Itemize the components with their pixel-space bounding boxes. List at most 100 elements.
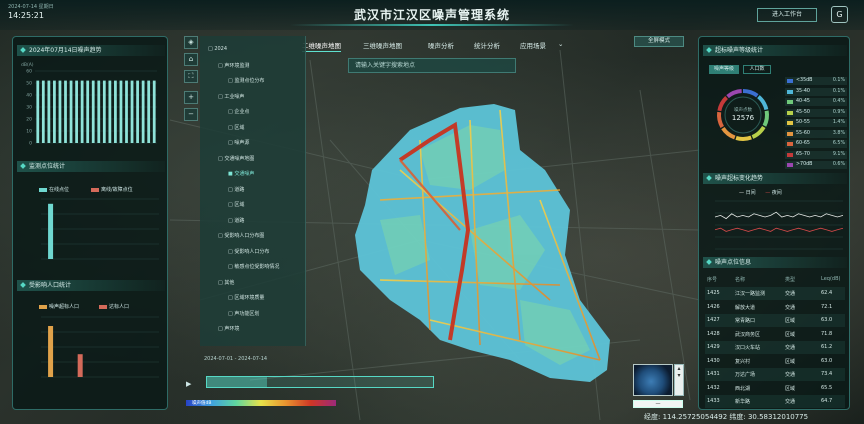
tree-item[interactable]: □ 监测点位分布 — [228, 77, 264, 84]
noise-bar — [91, 80, 95, 143]
timeline-panel: 2024-07-01 - 2024-07-14 ▶ 噪声值dB — [182, 352, 440, 410]
left-panel: 2024年07月14日噪声趋势 dB(A) 60 50 40 30 20 10 0 监测点位… — [12, 36, 168, 410]
cell-name: 江汉一路监测 — [735, 291, 766, 297]
table-row[interactable]: 1428 武汉商务区 区域 71.8 — [705, 328, 845, 341]
timeline-progress — [207, 377, 267, 387]
level-value: 6.5% — [832, 141, 845, 146]
tab-statistics[interactable]: 统计分析 — [474, 40, 500, 50]
fullscreen-icon[interactable]: ⛶ — [184, 70, 198, 83]
g-logo-button[interactable]: G — [831, 6, 848, 23]
night-series-line — [714, 227, 844, 232]
level-swatch — [787, 142, 793, 146]
tree-item[interactable]: □ 声功能区划 — [228, 310, 259, 317]
globe-control[interactable]: ▴ ▾ — [674, 364, 684, 396]
cell-leq: 61.2 — [821, 344, 833, 350]
noise-bar — [147, 80, 151, 143]
cell-id: 1428 — [707, 330, 720, 337]
tree-item[interactable]: □ 工业噪声 — [218, 93, 244, 100]
scale-bar: — — [633, 400, 683, 408]
tab-2d-noise-map[interactable]: 二维噪声地图 — [302, 40, 341, 52]
noise-level-item: 35-40 0.1% — [785, 87, 847, 96]
table-row[interactable]: 1433 新华路 交通 64.7 — [705, 395, 845, 408]
tab-scenarios[interactable]: 应用场景 — [520, 40, 546, 50]
y-tick-label: 50 — [26, 81, 32, 87]
level-swatch — [787, 121, 793, 125]
cell-leq: 72.1 — [821, 303, 833, 310]
level-swatch — [787, 100, 793, 104]
tree-item[interactable]: □ 其他 — [218, 279, 234, 286]
play-icon[interactable]: ▶ — [186, 380, 191, 388]
table-row[interactable]: 1430 复兴村 区域 63.0 — [705, 355, 845, 368]
tree-item[interactable]: □ 区域环境质量 — [228, 294, 264, 301]
level-value: 0.1% — [832, 78, 845, 83]
tree-item[interactable]: □ 受影响人口分布 — [228, 248, 269, 255]
cell-type: 区域 — [785, 331, 796, 338]
search-input[interactable]: 请输入关键字搜索地点 — [348, 58, 516, 73]
cell-name: 复兴村 — [735, 358, 751, 365]
table-row[interactable]: 1431 万达广场 交通 73.4 — [705, 368, 845, 381]
enter-workbench-button[interactable]: 进入工作台 — [757, 8, 817, 22]
tab-noise-level[interactable]: 噪声等级 — [709, 65, 739, 74]
title-bar: 2024-07-14 星期日 14:25:21 武汉市江汉区噪声管理系统 进入工… — [0, 0, 864, 30]
timeline-slider[interactable] — [206, 376, 434, 388]
noise-bar — [125, 80, 128, 143]
cell-id: 1425 — [707, 290, 720, 296]
tab-3d-noise-map[interactable]: 三维噪声地图 — [363, 40, 402, 50]
tree-item[interactable]: □ 声环境监测 — [218, 62, 249, 69]
fullscreen-button[interactable]: 全屏模式 — [634, 36, 684, 47]
home-icon[interactable]: ⌂ — [184, 53, 198, 66]
cell-type: 交通 — [785, 399, 796, 405]
table-row[interactable]: 1429 汉口火车站 交通 61.2 — [705, 341, 845, 354]
noise-trend-chart: 60 50 40 30 20 10 0 — [26, 69, 157, 147]
table-row[interactable]: 1427 常青路口 区域 63.0 — [705, 314, 845, 327]
level-label: 60-65 — [796, 141, 810, 146]
noise-bar — [136, 80, 139, 143]
tree-item[interactable]: □ 企业点 — [228, 108, 249, 115]
cell-type: 交通 — [785, 304, 796, 311]
table-row[interactable]: 1432 西北湖 区域 65.5 — [705, 382, 845, 395]
tree-item[interactable]: □ 声环境 — [218, 325, 239, 332]
cell-type: 交通 — [785, 291, 796, 297]
tree-item[interactable]: □ 道路 — [228, 217, 244, 224]
chevron-down-icon[interactable]: ⌄ — [558, 40, 563, 48]
cell-id: 1429 — [707, 344, 720, 350]
noise-level-item: <35dB 0.1% — [785, 77, 847, 85]
level-value: 0.4% — [832, 99, 845, 104]
monitor-stats-title: 监测点位统计 — [17, 161, 165, 172]
tree-item[interactable]: □ 道路 — [228, 186, 244, 193]
noise-level-item: 50-55 1.4% — [785, 119, 847, 127]
zoom-out-icon[interactable]: − — [184, 108, 198, 121]
cell-name: 汉口火车站 — [735, 345, 761, 351]
noise-level-item: 65-70 9.1% — [785, 150, 847, 159]
level-value: 9.1% — [832, 151, 845, 157]
cell-type: 区域 — [785, 318, 796, 324]
level-label: 50-55 — [796, 120, 810, 125]
tree-item[interactable]: ■ 交通噪声 — [228, 170, 254, 177]
tree-item[interactable]: □ 区域 — [228, 124, 244, 131]
noise-bar — [119, 80, 123, 143]
layers-icon[interactable]: ◈ — [184, 36, 198, 49]
cell-name: 西北湖 — [735, 385, 751, 392]
title-decoration — [290, 24, 574, 26]
legend-label: 噪声超标人口 — [49, 304, 80, 310]
tree-item[interactable]: □ 区域 — [228, 201, 244, 208]
table-row[interactable]: 1425 江汉一路监测 交通 62.4 — [705, 287, 845, 300]
globe-thumbnail[interactable] — [633, 364, 673, 396]
cell-type: 交通 — [785, 345, 796, 351]
right-panel: 超标噪声等级统计 噪声等级 人口数 噪声点数 12576 <35dB 0.1% 35… — [698, 36, 850, 410]
tab-noise-analysis[interactable]: 噪声分析 — [428, 40, 454, 50]
tree-item[interactable]: □ 交通噪声地图 — [218, 155, 254, 162]
tree-item[interactable]: □ 受影响人口分布图 — [218, 232, 264, 239]
noise-bar — [47, 80, 51, 143]
population-stats-title: 受影响人口统计 — [17, 280, 165, 291]
tree-item[interactable]: □ 噪声源 — [228, 139, 249, 146]
level-label: <35dB — [796, 78, 813, 83]
tree-item[interactable]: □ 敏感点位受影响情况 — [228, 263, 279, 270]
tab-population[interactable]: 人口数 — [743, 65, 771, 74]
noise-bar — [102, 80, 106, 143]
table-row[interactable]: 1426 解放大道 交通 72.1 — [705, 301, 845, 314]
cell-leq: 62.4 — [821, 290, 833, 296]
zoom-in-icon[interactable]: + — [184, 91, 198, 104]
level-label: >70dB — [796, 162, 813, 167]
tree-item[interactable]: □ 2024 — [208, 46, 227, 52]
